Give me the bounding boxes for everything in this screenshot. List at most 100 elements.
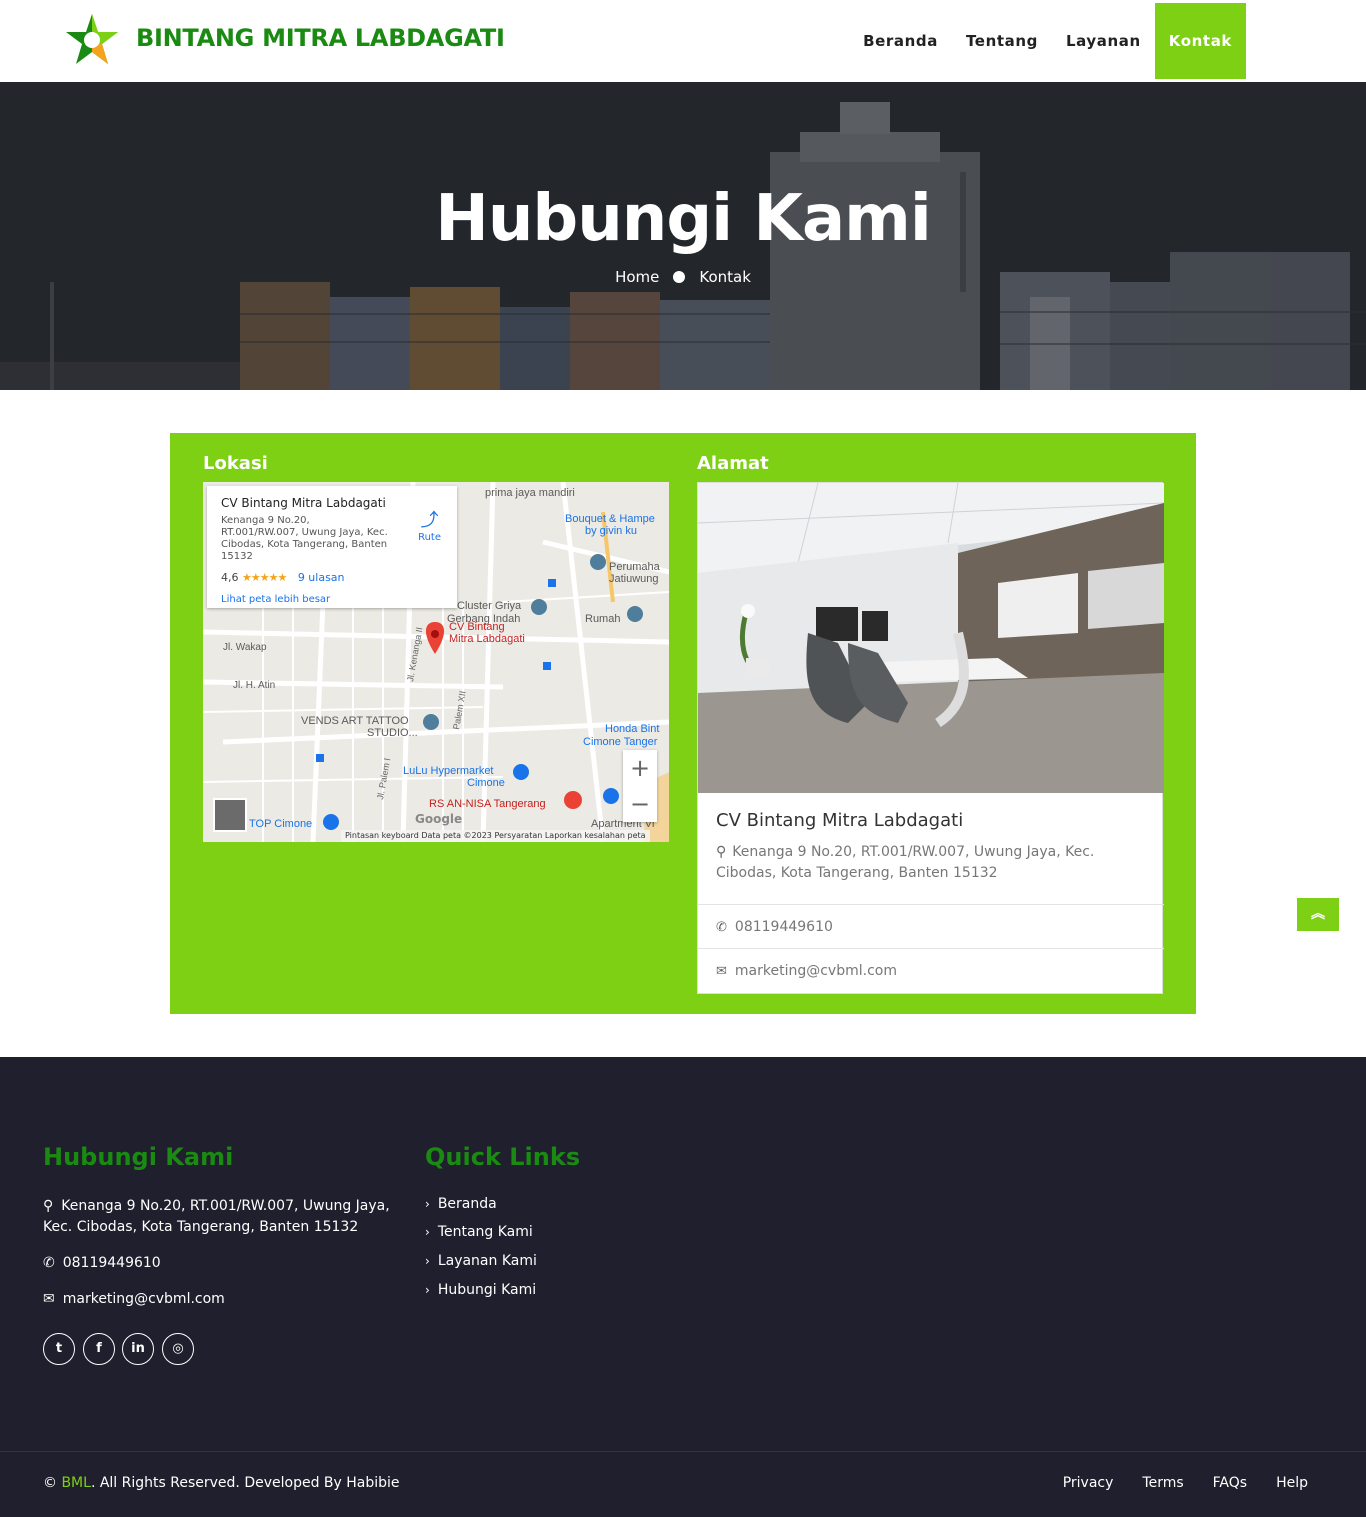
zoom-in-button[interactable]: + [623,750,657,786]
linkedin-icon[interactable]: in [122,1333,154,1365]
map-label: TOP Cimone [249,818,312,830]
envelope-icon: ✉ [43,1291,55,1307]
map-marker-icon: ⚲ [43,1198,54,1214]
map-label: STUDIO... [367,727,418,739]
map-label: Cimone [467,777,505,789]
address-heading: Alamat [697,453,769,474]
footer-phone: ✆ 08119449610 [43,1253,161,1274]
company-address-text: Kenanga 9 No.20, RT.001/RW.007, Uwung Ja… [716,844,1095,881]
map-reviews-link[interactable]: 9 ulasan [298,571,345,584]
map-place-card: CV Bintang Mitra Labdagati Kenanga 9 No.… [207,486,457,608]
footer-address: ⚲ Kenanga 9 No.20, RT.001/RW.007, Uwung J… [43,1196,403,1238]
site-footer: Hubungi Kami ⚲ Kenanga 9 No.20, RT.001/RW… [0,1057,1366,1517]
map-place-address: Kenanga 9 No.20, RT.001/RW.007, Uwung Ja… [221,515,388,562]
company-email-text: marketing@cvbml.com [734,963,897,979]
envelope-icon: ✉ [716,964,727,979]
copyright-prefix: © [43,1475,62,1491]
map-marker-icon: ⚲ [716,844,727,860]
footer-link-tentang[interactable]: › Tentang Kami [425,1224,533,1240]
nav-tentang[interactable]: Tentang [952,3,1052,79]
phone-icon: ✆ [716,920,727,935]
breadcrumb-current: Kontak [699,268,751,286]
map-label: Jl. H. Atin [233,680,275,691]
footer-contact-heading: Hubungi Kami [43,1143,234,1171]
page-title: Hubungi Kami [435,182,932,256]
nav-kontak[interactable]: Kontak [1154,3,1246,79]
zoom-controls: + − [623,750,657,822]
map-label: Honda Bint [605,723,659,735]
copyright-brand-link[interactable]: BML [61,1475,90,1491]
nav-layanan[interactable]: Layanan [1052,3,1155,79]
footer-divider [0,1451,1366,1452]
map-label: RS AN-NISA Tangerang [429,798,546,810]
footer-link-label: Beranda [437,1196,497,1212]
company-address: ⚲ Kenanga 9 No.20, RT.001/RW.007, Uwung J… [716,842,1136,884]
help-link[interactable]: Help [1276,1475,1308,1491]
breadcrumb-separator-icon [673,271,686,283]
footer-phone-text: 08119449610 [62,1255,161,1271]
footer-link-hubungi[interactable]: › Hubungi Kami [425,1282,536,1298]
footer-address-text: Kenanga 9 No.20, RT.001/RW.007, Uwung Ja… [43,1198,390,1235]
star-logo-icon[interactable] [62,10,122,70]
embedded-map[interactable]: prima jaya mandiri Bouquet & Hampe by gi… [203,482,669,842]
route-button[interactable]: ⤴ Rute [418,506,441,543]
address-card: CV Bintang Mitra Labdagati ⚲ Kenanga 9 No… [697,482,1164,994]
contact-section: Lokasi Alamat prima jaya mandiri Bouquet… [170,433,1196,1014]
google-logo: Google [415,812,463,826]
map-label: Jl. Wakap [223,642,267,653]
map-label: VENDS ART TATTOO [301,715,409,727]
terms-link[interactable]: Terms [1142,1475,1183,1491]
company-phone-text: 08119449610 [734,919,833,935]
footer-link-layanan[interactable]: › Layanan Kami [425,1253,537,1269]
nav-beranda[interactable]: Beranda [849,3,952,79]
company-email: ✉ marketing@cvbml.com [698,948,1164,992]
main-nav: Beranda Tentang Layanan Kontak [849,3,1246,79]
phone-icon: ✆ [43,1255,55,1271]
instagram-icon[interactable]: ◎ [162,1333,194,1365]
double-chevron-up-icon: ︽ [1311,906,1325,922]
footer-bottom-links: Privacy Terms FAQs Help [1063,1475,1308,1491]
satellite-toggle[interactable] [213,798,247,832]
map-place-name: CV Bintang Mitra Labdagati [221,496,386,510]
map-label: Perumaha [609,561,661,573]
scroll-to-top-button[interactable]: ︽ [1297,898,1339,931]
map-pin-label: Mitra Labdagati [449,633,525,645]
copyright: © BML. All Rights Reserved. Developed By… [43,1475,400,1491]
zoom-out-button[interactable]: − [623,786,657,822]
chevron-right-icon: › [425,1283,430,1297]
footer-link-label: Layanan Kami [437,1253,537,1269]
facebook-icon[interactable]: f [83,1333,115,1365]
page-hero: Hubungi Kami Home Kontak [0,82,1366,390]
site-header: BINTANG MITRA LABDAGATI Beranda Tentang … [0,0,1366,82]
chevron-right-icon: › [425,1254,430,1268]
privacy-link[interactable]: Privacy [1063,1475,1114,1491]
chevron-right-icon: › [425,1197,430,1211]
breadcrumb-home[interactable]: Home [615,268,659,286]
chevron-right-icon: › [425,1225,430,1239]
map-attribution[interactable]: Pintasan keyboard Data peta ©2023 Persya… [341,830,650,842]
faqs-link[interactable]: FAQs [1213,1475,1247,1491]
map-label: Cimone Tanger [583,736,658,748]
directions-icon: ⤴ [420,510,439,531]
brand-name[interactable]: BINTANG MITRA LABDAGATI [136,24,505,52]
twitter-icon[interactable]: t [43,1333,75,1365]
star-rating-icon: ★★★★★ [242,571,287,584]
map-label: Rumah [585,613,620,625]
map-label: Bouquet & Hampe [565,513,655,525]
map-label: prima jaya mandiri [485,487,575,499]
footer-link-beranda[interactable]: › Beranda [425,1196,497,1212]
map-label: by givin ku [585,525,637,537]
larger-map-link[interactable]: Lihat peta lebih besar [221,594,443,605]
map-rating: 4,6 ★★★★★ 9 ulasan [221,571,443,584]
map-label: Cluster Griya [457,600,522,612]
route-label: Rute [418,532,441,543]
location-heading: Lokasi [203,453,268,474]
footer-email: ✉ marketing@cvbml.com [43,1289,225,1310]
office-photo [698,483,1164,793]
company-phone: ✆ 08119449610 [698,904,1164,948]
footer-links-heading: Quick Links [425,1143,581,1171]
map-label: Jatiuwung [609,573,659,585]
map-label: LuLu Hypermarket [403,765,494,777]
company-name: CV Bintang Mitra Labdagati [716,810,964,831]
footer-link-label: Hubungi Kami [437,1282,537,1298]
